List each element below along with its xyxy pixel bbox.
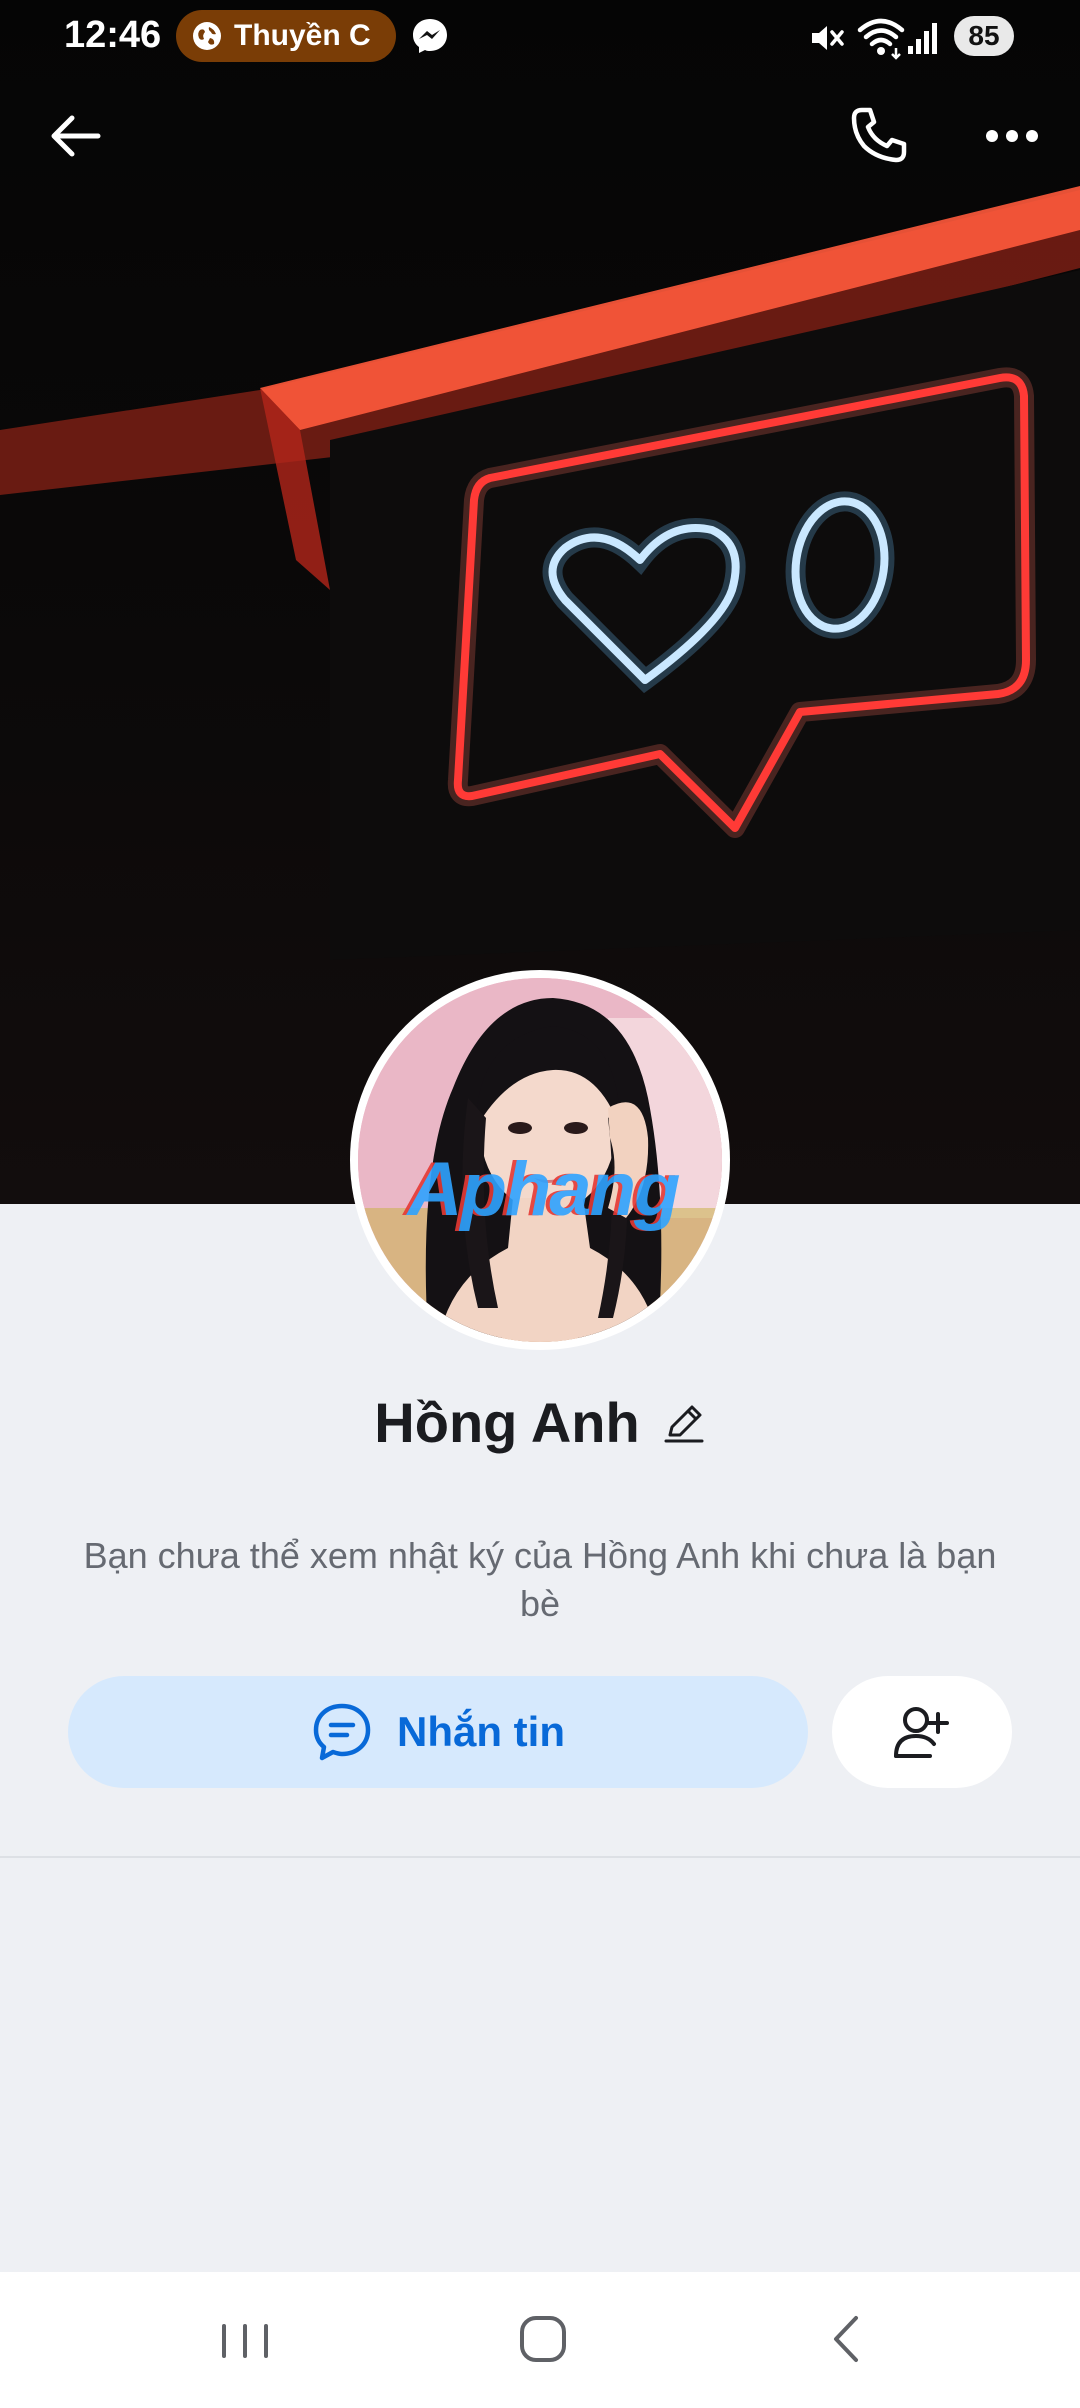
notification-pill-label: Thuyền C — [234, 19, 371, 52]
call-button[interactable] — [842, 100, 914, 172]
system-back-button[interactable] — [812, 2304, 882, 2374]
pencil-icon[interactable] — [662, 1401, 706, 1445]
home-icon — [520, 2316, 566, 2362]
home-button[interactable] — [508, 2304, 578, 2374]
add-friend-button[interactable] — [832, 1676, 1012, 1788]
system-navigation-bar — [0, 2272, 1080, 2408]
recent-apps-icon — [222, 2324, 268, 2358]
phone-icon — [851, 107, 907, 163]
signal-icon — [908, 23, 937, 54]
messenger-icon — [413, 19, 447, 53]
message-button-label: Nhắn tin — [397, 1708, 565, 1755]
more-horizontal-icon — [986, 130, 1038, 142]
arrow-left-icon — [51, 115, 101, 157]
status-time: 12:46 — [64, 14, 162, 56]
avatar[interactable]: Aphang — [350, 970, 730, 1350]
wifi-icon — [857, 18, 905, 60]
section-divider — [0, 1856, 1080, 1858]
recent-apps-button[interactable] — [210, 2306, 280, 2376]
back-button[interactable] — [42, 100, 114, 172]
privacy-notice: Bạn chưa thể xem nhật ký của Hồng Anh kh… — [83, 1535, 997, 1624]
mute-icon — [812, 26, 844, 50]
notification-pill[interactable]: Thuyền C — [176, 10, 396, 62]
avatar-photo: Aphang — [358, 978, 722, 1342]
battery-level: 85 — [954, 16, 1014, 56]
more-button[interactable] — [976, 100, 1048, 172]
add-user-icon — [894, 1707, 949, 1758]
chat-bubble-icon — [313, 1703, 371, 1761]
chevron-left-icon — [834, 2316, 858, 2362]
profile-name: Hồng Anh — [374, 1391, 640, 1454]
message-button[interactable]: Nhắn tin — [68, 1676, 808, 1788]
avatar-watermark: Aphang — [407, 1147, 681, 1232]
globe-icon — [193, 22, 221, 50]
name-row: Hồng Anh — [0, 1390, 1080, 1455]
status-bar: 12:46 Thuyền C 85 — [0, 0, 1080, 72]
